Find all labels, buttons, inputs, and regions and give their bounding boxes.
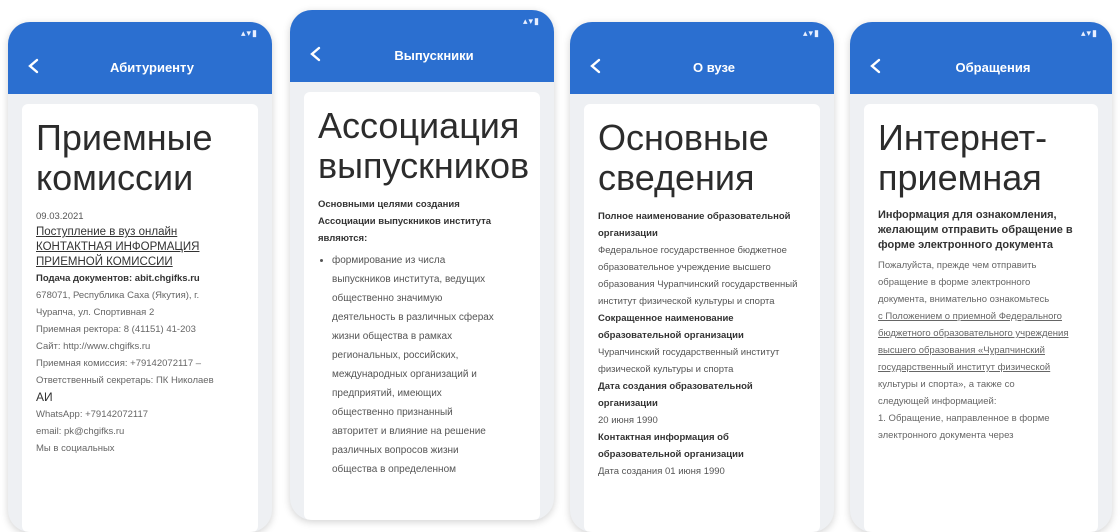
contact-row: Мы в социальных bbox=[36, 443, 115, 454]
section-text: Федеральное государственное бюджетное об… bbox=[598, 245, 798, 307]
signal-battery-icon: ▴▾▮ bbox=[803, 28, 820, 38]
list-item: предприятий, имеющих bbox=[332, 388, 442, 399]
back-button[interactable] bbox=[862, 52, 890, 80]
contact-row: WhatsApp: +79142072117 bbox=[36, 409, 149, 420]
back-button[interactable] bbox=[582, 52, 610, 80]
phone-screen-appeals: ▴▾▮ Обращения Интернет-приемная Информац… bbox=[850, 22, 1112, 532]
signal-battery-icon: ▴▾▮ bbox=[241, 28, 258, 38]
contact-row: Чурапча, ул. Спортивная 2 bbox=[36, 307, 155, 318]
chevron-left-icon bbox=[310, 46, 321, 62]
contact-row: Приемная комиссия: +79142072117 – bbox=[36, 358, 202, 369]
contact-row: email: pk@chgifks.ru bbox=[36, 426, 125, 437]
contact-list: 678071, Республика Саха (Якутия), г. Чур… bbox=[36, 287, 244, 457]
chevron-left-icon bbox=[870, 58, 881, 74]
status-bar: ▴▾▮ bbox=[24, 28, 258, 42]
app-bar: ▴▾▮ Абитуриенту bbox=[8, 22, 272, 94]
list-item: региональных, российских, bbox=[332, 350, 459, 361]
page-heading: Основные сведения bbox=[598, 117, 769, 198]
intro-line: Ассоциации выпускников института bbox=[318, 216, 492, 227]
list-item: авторитет и влияние на решение bbox=[332, 426, 486, 437]
contact-row: 678071, Республика Саха (Якутия), г. bbox=[36, 290, 200, 301]
goals-list: формирование из числа выпускников инстит… bbox=[318, 251, 526, 479]
screen-title: О вузе bbox=[693, 60, 735, 75]
section-text: Чурапчинский государственный институт фи… bbox=[598, 347, 780, 375]
screen-title: Выпускники bbox=[394, 48, 474, 63]
info-row: следующей информацией: bbox=[878, 396, 997, 407]
status-bar: ▴▾▮ bbox=[586, 28, 820, 42]
content-card: Интернет-приемная Информация для ознаком… bbox=[864, 104, 1098, 532]
page-heading: Ассоциация выпускников bbox=[318, 105, 530, 186]
list-item: деятельность в различных сферах bbox=[332, 312, 494, 323]
content-card: Приемные комиссии 09.03.2021 Поступление… bbox=[22, 104, 258, 532]
list-item: формирование из числа bbox=[332, 251, 526, 270]
status-bar: ▴▾▮ bbox=[866, 28, 1098, 42]
docs-line: Подача документов: abit.chgifks.ru bbox=[36, 273, 200, 284]
chevron-left-icon bbox=[590, 58, 601, 74]
screen-title: Обращения bbox=[955, 60, 1031, 75]
app-bar: ▴▾▮ Обращения bbox=[850, 22, 1112, 94]
list-item: общественно признанный bbox=[332, 407, 453, 418]
signal-battery-icon: ▴▾▮ bbox=[1081, 28, 1098, 38]
list-item: различных вопросов жизни bbox=[332, 445, 459, 456]
intro-line: являются: bbox=[318, 233, 368, 244]
phone-screen-about: ▴▾▮ О вузе Основные сведения Полное наим… bbox=[570, 22, 834, 532]
date: 09.03.2021 bbox=[36, 211, 84, 222]
link-contacts[interactable]: КОНТАКТНАЯ ИНФОРМАЦИЯ bbox=[36, 240, 244, 255]
info-row[interactable]: с Положением о приемной Федерального bbox=[878, 308, 1084, 325]
list-item: общества в определенном bbox=[332, 464, 456, 475]
contact-row: Ответственный секретарь: ПК Николаев bbox=[36, 375, 214, 386]
screen-title: Абитуриенту bbox=[110, 60, 194, 75]
intro-line: Основными целями создания bbox=[318, 199, 460, 210]
section-text: 20 июня 1990 bbox=[598, 415, 658, 426]
info-row: обращение в форме электронного bbox=[878, 277, 1031, 288]
list-item: общественно значимую bbox=[332, 293, 443, 304]
signal-battery-icon: ▴▾▮ bbox=[523, 16, 540, 26]
back-button[interactable] bbox=[302, 40, 330, 68]
status-bar: ▴▾▮ bbox=[306, 16, 540, 30]
section-text: Дата создания 01 июня 1990 bbox=[598, 466, 725, 477]
info-row: Пожалуйста, прежде чем отправить bbox=[878, 260, 1037, 271]
intro-text: Информация для ознакомления, желающим от… bbox=[878, 209, 1073, 251]
page-heading: Приемные комиссии bbox=[36, 117, 213, 198]
info-row: электронного документа через bbox=[878, 430, 1014, 441]
info-list: Пожалуйста, прежде чем отправить обращен… bbox=[878, 257, 1084, 444]
section-label: Контактная информация об образовательной… bbox=[598, 432, 744, 460]
info-row: 1. Обращение, направленное в форме bbox=[878, 413, 1050, 424]
link-apply-online[interactable]: Поступление в вуз онлайн bbox=[36, 225, 244, 240]
info-row: документа, внимательно ознакомьтесь bbox=[878, 294, 1050, 305]
link-admission-office[interactable]: ПРИЕМНОЙ КОМИССИИ bbox=[36, 255, 244, 270]
app-bar: ▴▾▮ О вузе bbox=[570, 22, 834, 94]
contact-row: Приемная ректора: 8 (41151) 41-203 bbox=[36, 324, 196, 335]
info-row[interactable]: высшего образования «Чурапчинский bbox=[878, 342, 1084, 359]
contact-row[interactable]: Сайт: http://www.chgifks.ru bbox=[36, 338, 244, 355]
contact-row: АИ bbox=[36, 390, 53, 404]
section-label: Сокращенное наименование образовательной… bbox=[598, 313, 744, 341]
back-button[interactable] bbox=[20, 52, 48, 80]
phone-screen-graduates: ▴▾▮ Выпускники Ассоциация выпускников Ос… bbox=[290, 10, 554, 520]
info-row[interactable]: государственный институт физической bbox=[878, 359, 1084, 376]
content-card: Ассоциация выпускников Основными целями … bbox=[304, 92, 540, 520]
app-bar: ▴▾▮ Выпускники bbox=[290, 10, 554, 82]
list-item: жизни общества в рамках bbox=[332, 331, 453, 342]
list-item: международных организаций и bbox=[332, 369, 477, 380]
chevron-left-icon bbox=[28, 58, 39, 74]
info-row: культуры и спорта», а также со bbox=[878, 379, 1015, 390]
page-heading: Интернет-приемная bbox=[878, 117, 1048, 198]
section-label: Полное наименование образовательной орга… bbox=[598, 211, 791, 239]
content-card: Основные сведения Полное наименование об… bbox=[584, 104, 820, 532]
section-label: Дата создания образовательной организаци… bbox=[598, 381, 753, 409]
phone-screen-applicants: ▴▾▮ Абитуриенту Приемные комиссии 09.03.… bbox=[8, 22, 272, 532]
info-row[interactable]: бюджетного образовательного учреждения bbox=[878, 325, 1084, 342]
list-item: выпускников института, ведущих bbox=[332, 274, 486, 285]
